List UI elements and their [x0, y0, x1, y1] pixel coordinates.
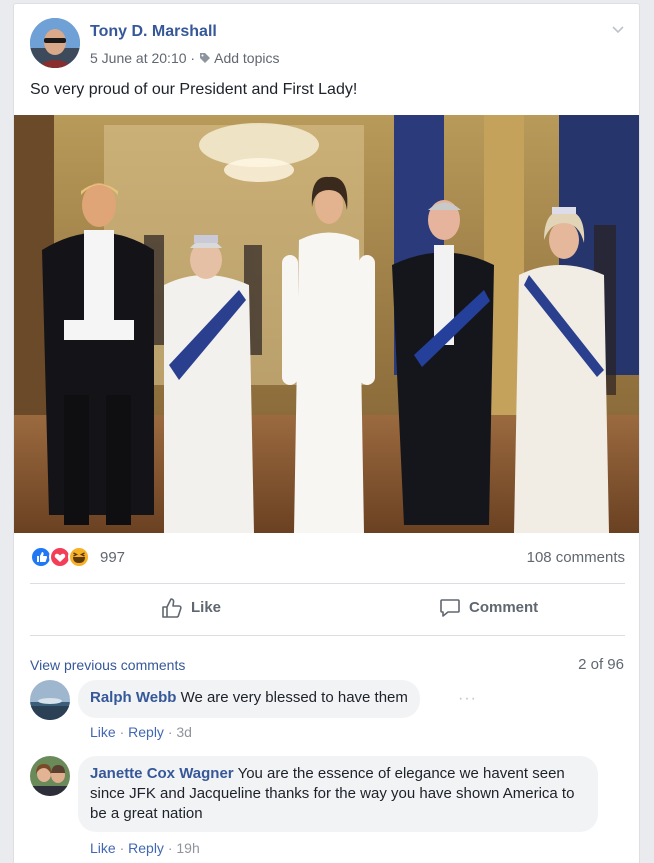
post-card: Tony D. Marshall 5 June at 20:10 · Add t… [13, 3, 640, 863]
meta-separator: · [190, 50, 196, 66]
comment-text: We are very blessed to have them [180, 689, 408, 706]
like-reaction-icon [30, 546, 52, 568]
post-header: Tony D. Marshall 5 June at 20:10 · Add t… [30, 18, 625, 74]
post-photo[interactable] [14, 115, 639, 533]
comment-like-link[interactable]: Like [90, 724, 116, 740]
comment-reply-link[interactable]: Reply [128, 840, 164, 856]
commenter-name[interactable]: Ralph Webb [90, 689, 176, 706]
comment-time[interactable]: 3d [176, 724, 192, 740]
post-stats: 997 108 comments [30, 545, 625, 571]
view-previous-comments-link[interactable]: View previous comments [30, 657, 185, 673]
comments-count-link[interactable]: 108 comments [527, 549, 625, 566]
post-time[interactable]: 5 June at 20:10 [90, 50, 187, 66]
haha-reaction-icon [68, 546, 90, 568]
comment-like-link[interactable]: Like [90, 840, 116, 856]
comments-section: View previous comments 2 of 96 Ralph Web… [14, 636, 639, 863]
thumbs-up-icon [162, 598, 182, 618]
like-button-label: Like [191, 599, 222, 616]
author-name[interactable]: Tony D. Marshall [90, 23, 217, 41]
commenter-avatar[interactable] [30, 680, 70, 720]
comment-time[interactable]: 19h [176, 840, 199, 856]
reaction-count[interactable]: 997 [100, 549, 125, 566]
post-text: So very proud of our President and First… [30, 81, 358, 98]
add-topics-link[interactable]: Add topics [214, 50, 279, 66]
author-avatar[interactable] [30, 18, 80, 68]
tag-icon [199, 51, 211, 67]
post-meta: 5 June at 20:10 · Add topics [90, 50, 279, 67]
comment-button[interactable]: Comment [440, 599, 539, 617]
comment-actions: Like · Reply · 19h [90, 840, 200, 856]
comment-actions: Like · Reply · 3d [90, 724, 192, 740]
comment-bubble: Ralph Webb We are very blessed to have t… [78, 680, 420, 718]
more-options-icon[interactable]: ··· [458, 690, 477, 708]
comment-bubble: Janette Cox Wagner You are the essence o… [78, 756, 598, 832]
divider [30, 583, 625, 584]
comments-pager: 2 of 96 [578, 656, 624, 673]
chevron-down-icon[interactable] [611, 22, 625, 36]
commenter-avatar[interactable] [30, 756, 70, 796]
comment-button-label: Comment [469, 599, 539, 616]
comment-icon [440, 599, 460, 617]
comment-reply-link[interactable]: Reply [128, 724, 164, 740]
post-actions: Like Comment [30, 587, 625, 635]
reaction-icons[interactable] [30, 545, 110, 569]
commenter-name[interactable]: Janette Cox Wagner [90, 765, 234, 782]
love-reaction-icon [49, 546, 71, 568]
like-button[interactable]: Like [162, 598, 222, 618]
